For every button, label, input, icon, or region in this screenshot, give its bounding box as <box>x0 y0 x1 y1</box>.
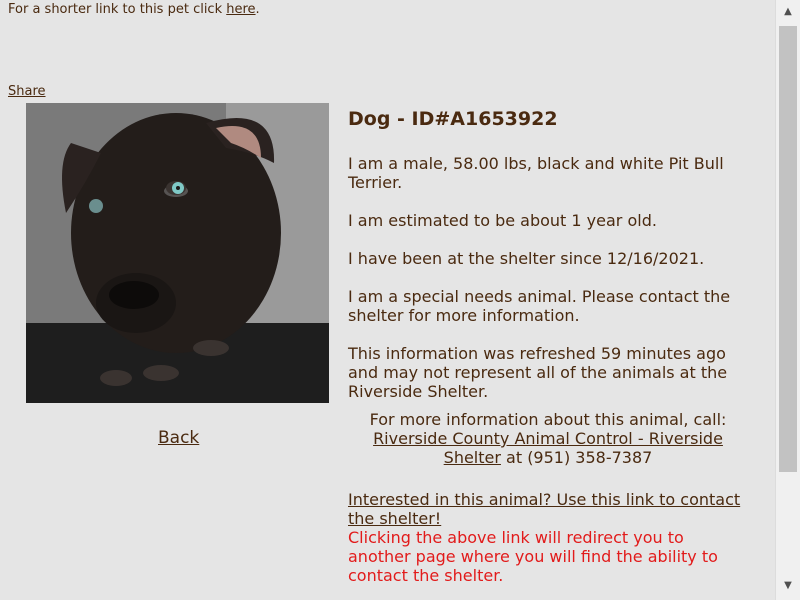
contact-intro: For more information about this animal, … <box>369 410 727 429</box>
vertical-scrollbar[interactable]: ▲ ▼ <box>775 0 800 600</box>
shortlink-end: . <box>255 2 260 17</box>
pet-details: Dog - ID#A1653922 I am a male, 58.00 lbs… <box>348 108 748 585</box>
pet-special-needs: I am a special needs animal. Please cont… <box>348 287 731 325</box>
contact-shelter-link[interactable]: Interested in this animal? Use this link… <box>348 490 748 528</box>
shelter-phone: at (951) 358-7387 <box>500 448 653 467</box>
triangle-down-icon[interactable]: ▼ <box>776 580 800 591</box>
pet-shelter-since: I have been at the shelter since 12/16/2… <box>348 249 705 268</box>
shortlink-line: For a shorter link to this pet click her… <box>8 2 260 17</box>
pet-title: Dog - ID#A1653922 <box>348 108 558 130</box>
triangle-up-icon[interactable]: ▲ <box>776 6 800 17</box>
scrollbar-thumb[interactable] <box>779 26 797 472</box>
contact-info: For more information about this animal, … <box>348 410 748 467</box>
back-link[interactable]: Back <box>158 428 199 448</box>
share-link[interactable]: Share <box>8 84 46 99</box>
shortlink-text: For a shorter link to this pet click <box>8 2 227 17</box>
pet-age: I am estimated to be about 1 year old. <box>348 211 657 230</box>
pet-refresh-notice: This information was refreshed 59 minute… <box>348 344 728 401</box>
redirect-notice: Clicking the above link will redirect yo… <box>348 528 718 585</box>
shortlink-here-link[interactable]: here <box>226 2 255 17</box>
pet-description: I am a male, 58.00 lbs, black and white … <box>348 154 724 192</box>
pet-photo <box>26 103 329 403</box>
